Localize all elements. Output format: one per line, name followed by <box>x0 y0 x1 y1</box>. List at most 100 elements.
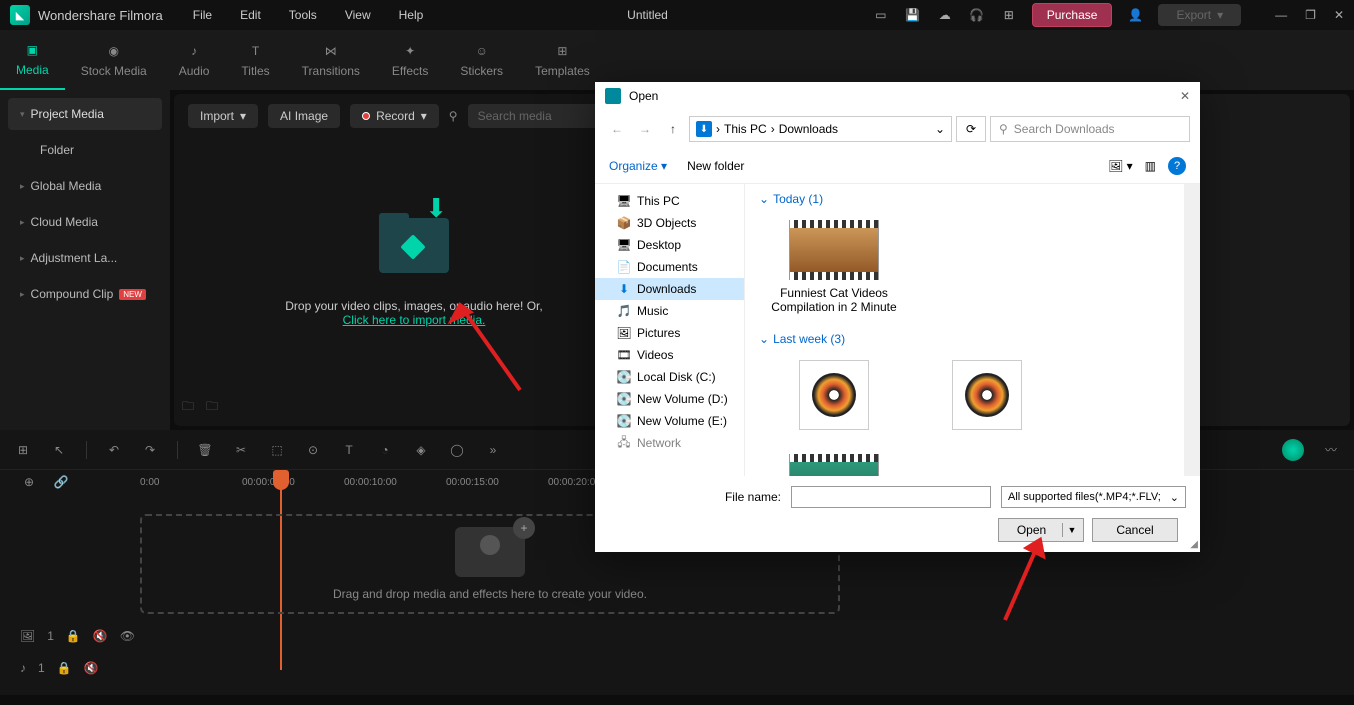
purchase-button[interactable]: Purchase <box>1032 3 1113 27</box>
close-icon[interactable]: ✕ <box>1180 89 1190 103</box>
export-button[interactable]: Export▾ <box>1158 4 1241 26</box>
video-track-icon[interactable]: 🖼 <box>20 629 35 643</box>
lock-icon[interactable]: 🔒 <box>57 661 72 675</box>
new-folder-button[interactable]: New folder <box>687 159 744 173</box>
mask-icon[interactable]: ◯ <box>448 441 466 459</box>
breadcrumb[interactable]: ⬇ › This PC › Downloads ⌄ <box>689 116 952 142</box>
sidebar-item-compound-clip[interactable]: ▸Compound ClipNEW <box>8 278 162 310</box>
tree-pictures[interactable]: 🖼Pictures <box>595 322 744 344</box>
cancel-button[interactable]: Cancel <box>1092 518 1178 542</box>
tab-stickers[interactable]: ☺Stickers <box>444 30 519 90</box>
undo-icon[interactable]: ↶ <box>105 441 123 459</box>
tree-downloads[interactable]: ⬇Downloads <box>595 278 744 300</box>
tree-desktop[interactable]: 🖥Desktop <box>595 234 744 256</box>
tree-3d-objects[interactable]: 📦3D Objects <box>595 212 744 234</box>
refresh-button[interactable]: ⟳ <box>956 116 986 142</box>
cursor-icon[interactable]: ↖ <box>50 441 68 459</box>
tab-templates[interactable]: ⊞Templates <box>519 30 606 90</box>
chevron-down-icon[interactable]: ▼ <box>1063 525 1081 535</box>
audio-track-icon[interactable]: ♪ <box>20 661 26 675</box>
help-icon[interactable]: ? <box>1168 157 1186 175</box>
file-item[interactable] <box>769 360 899 436</box>
account-icon[interactable]: 👤 <box>1126 6 1144 24</box>
menu-help[interactable]: Help <box>399 8 424 22</box>
menu-edit[interactable]: Edit <box>240 8 261 22</box>
breadcrumb-item[interactable]: Downloads <box>779 122 838 136</box>
crop-icon[interactable]: ⬚ <box>268 441 286 459</box>
preview-icon[interactable]: ▥ <box>1145 159 1156 173</box>
chevron-down-icon[interactable]: ⌄ <box>935 122 945 136</box>
tree-videos[interactable]: 🎞Videos <box>595 344 744 366</box>
more-icon[interactable]: » <box>484 441 502 459</box>
menu-view[interactable]: View <box>345 8 371 22</box>
maximize-icon[interactable]: ❐ <box>1305 8 1316 22</box>
minimize-icon[interactable]: — <box>1275 8 1287 22</box>
tree-music[interactable]: 🎵Music <box>595 300 744 322</box>
delete-icon[interactable]: 🗑 <box>196 441 214 459</box>
bin-icon[interactable]: 🗀 <box>206 397 218 418</box>
menu-tools[interactable]: Tools <box>289 8 317 22</box>
resize-grip-icon[interactable]: ◢ <box>1190 539 1198 550</box>
apps-icon[interactable]: ⊞ <box>1000 6 1018 24</box>
sidebar-item-cloud-media[interactable]: ▸Cloud Media <box>8 206 162 238</box>
ai-image-button[interactable]: AI Image <box>268 104 340 128</box>
tab-stock-media[interactable]: ◉Stock Media <box>65 30 163 90</box>
up-icon[interactable]: ↑ <box>661 117 685 141</box>
tree-documents[interactable]: 📄Documents <box>595 256 744 278</box>
mute-icon[interactable]: 🔇 <box>84 661 99 675</box>
record-button[interactable]: Record▾ <box>350 104 439 128</box>
sidebar-item-adjustment-layer[interactable]: ▸Adjustment La... <box>8 242 162 274</box>
search-icon[interactable]: ⚲ <box>449 109 458 123</box>
ai-assistant-icon[interactable] <box>1282 439 1304 461</box>
mute-icon[interactable]: 🔇 <box>93 629 108 643</box>
track-add-icon[interactable]: ⊕ <box>20 473 38 491</box>
tab-audio[interactable]: ♪Audio <box>163 30 226 90</box>
scrollbar[interactable] <box>1184 184 1200 476</box>
tree-disk-e[interactable]: 💽New Volume (E:) <box>595 410 744 432</box>
sidebar-item-global-media[interactable]: ▸Global Media <box>8 170 162 202</box>
breadcrumb-item[interactable]: This PC <box>724 122 767 136</box>
lock-icon[interactable]: 🔒 <box>66 629 81 643</box>
filename-input[interactable] <box>791 486 991 508</box>
tab-effects[interactable]: ✦Effects <box>376 30 444 90</box>
timeline-ruler[interactable]: 0:00 00:00:05:00 00:00:10:00 00:00:15:00… <box>140 470 650 494</box>
text-icon[interactable]: T <box>340 441 358 459</box>
file-item[interactable] <box>922 360 1052 436</box>
tree-disk-c[interactable]: 💽Local Disk (C:) <box>595 366 744 388</box>
save-icon[interactable]: 💾 <box>904 6 922 24</box>
keyframe-icon[interactable]: ◈ <box>412 441 430 459</box>
file-item[interactable] <box>769 454 899 476</box>
visible-icon[interactable]: 👁 <box>120 629 135 643</box>
tree-network[interactable]: 🖧Network <box>595 432 744 454</box>
grid-icon[interactable]: ⊞ <box>14 441 32 459</box>
waveform-icon[interactable]: 〰 <box>1322 441 1340 459</box>
forward-icon[interactable]: → <box>633 117 657 141</box>
sidebar-item-folder[interactable]: Folder <box>8 134 162 166</box>
device-icon[interactable]: ▭ <box>872 6 890 24</box>
back-icon[interactable]: ← <box>605 117 629 141</box>
redo-icon[interactable]: ↷ <box>141 441 159 459</box>
file-item[interactable]: Funniest Cat Videos Compilation in 2 Min… <box>769 220 899 314</box>
cloud-icon[interactable]: ☁ <box>936 6 954 24</box>
group-last-week[interactable]: ⌄Last week (3) <box>759 332 845 346</box>
organize-button[interactable]: Organize ▾ <box>609 159 667 173</box>
tab-transitions[interactable]: ⋈Transitions <box>286 30 376 90</box>
file-filter-select[interactable]: All supported files(*.MP4;*.FLV;⌄ <box>1001 486 1186 508</box>
group-today[interactable]: ⌄Today (1) <box>759 192 823 206</box>
new-folder-icon[interactable]: 🗀 <box>182 397 194 418</box>
tree-this-pc[interactable]: 🖥This PC <box>595 190 744 212</box>
headphones-icon[interactable]: 🎧 <box>968 6 986 24</box>
tab-titles[interactable]: TTitles <box>225 30 285 90</box>
view-mode-icon[interactable]: 🖼 ▾ <box>1108 159 1133 173</box>
speed-icon[interactable]: ⊙ <box>304 441 322 459</box>
dialog-search-input[interactable]: ⚲Search Downloads <box>990 116 1190 142</box>
close-icon[interactable]: ✕ <box>1334 8 1344 22</box>
tab-media[interactable]: ▣Media <box>0 30 65 90</box>
link-icon[interactable]: 🔗 <box>52 473 70 491</box>
sidebar-item-project-media[interactable]: ▾Project Media <box>8 98 162 130</box>
menu-file[interactable]: File <box>193 8 212 22</box>
color-icon[interactable]: ◔ <box>376 441 394 459</box>
import-button[interactable]: Import▾ <box>188 104 258 128</box>
tree-disk-d[interactable]: 💽New Volume (D:) <box>595 388 744 410</box>
split-icon[interactable]: ✂ <box>232 441 250 459</box>
